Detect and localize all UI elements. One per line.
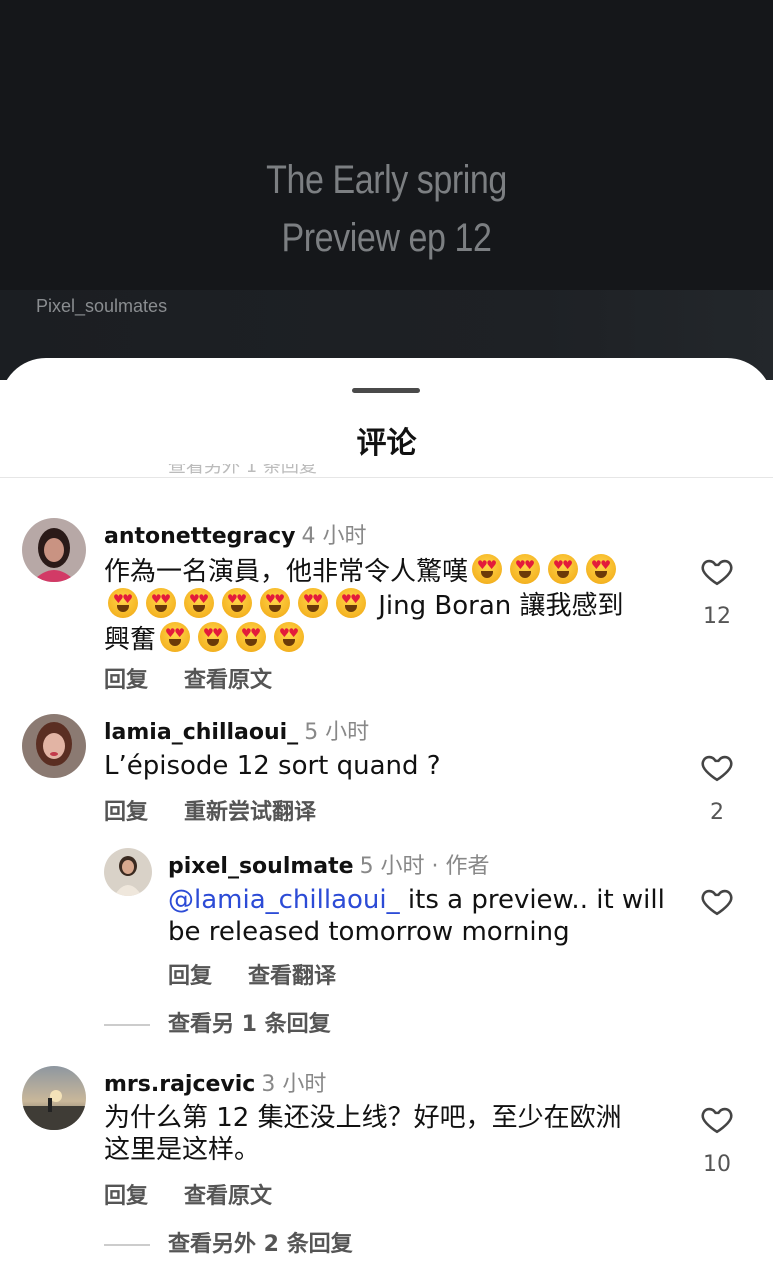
comment-text: 为什么第 12 集还没上线？好吧，至少在欧洲 这里是这样。	[104, 1103, 622, 1165]
comment-time: 3 小时	[261, 1072, 327, 1097]
heart-eyes-emoji	[146, 588, 176, 618]
see-original-button[interactable]: 查看原文	[184, 1184, 272, 1209]
reply-button[interactable]: 回复	[168, 964, 212, 989]
heart-eyes-emoji	[222, 588, 252, 618]
thread-line	[104, 1024, 150, 1026]
comment-time: 4 小时	[301, 524, 367, 549]
sheet-title: 评论	[356, 426, 417, 461]
heart-outline-icon[interactable]	[700, 1102, 734, 1136]
heart-outline-icon[interactable]	[700, 750, 734, 784]
reply-header: pixel_soulmate 5 小时 · 作者	[168, 848, 490, 880]
reply-button[interactable]: 回复	[104, 800, 148, 825]
view-more-replies-button[interactable]: 查看另 1 条回复	[104, 1006, 331, 1038]
comment-header: lamia_chillaoui_ 5 小时	[104, 714, 369, 746]
reply-username[interactable]: pixel_soulmate	[168, 854, 354, 879]
scrolled-partial-text: 查看另外 1 条回复	[168, 464, 317, 476]
comment-username[interactable]: mrs.rajcevic	[104, 1072, 255, 1097]
reply-button[interactable]: 回复	[104, 1184, 148, 1209]
heart-eyes-emoji	[198, 622, 229, 652]
comment-header: antonettegracy 4 小时	[104, 518, 367, 550]
header-divider	[0, 477, 773, 478]
heart-eyes-emoji	[586, 554, 617, 584]
heart-outline-icon[interactable]	[700, 884, 734, 918]
reply-actions: 回复 查看翻译	[168, 958, 372, 990]
heart-outline-icon[interactable]	[700, 554, 734, 588]
reply-time: 5 小时 · 作者	[359, 854, 490, 879]
heart-eyes-emoji	[336, 588, 366, 618]
thread-line	[104, 1244, 150, 1246]
avatar[interactable]	[22, 1066, 86, 1130]
video-title-line1: The Early spring	[266, 158, 507, 202]
mention-link[interactable]: @lamia_chillaoui_	[168, 885, 400, 915]
sheet-drag-handle[interactable]	[352, 388, 420, 393]
comment-username[interactable]: antonettegracy	[104, 524, 296, 549]
reply-button[interactable]: 回复	[104, 668, 148, 693]
comment-text: 作為一名演員，他非常令人驚嘆 Jing Boran 讓我感到興奮	[104, 554, 664, 656]
heart-eyes-emoji	[236, 622, 267, 652]
heart-eyes-emoji	[472, 554, 503, 584]
comment-actions: 回复 查看原文	[104, 662, 308, 694]
comment-time: 5 小时	[304, 720, 370, 745]
heart-eyes-emoji	[184, 588, 214, 618]
comment-actions: 回复 查看原文	[104, 1178, 308, 1210]
comments-sheet: 评论 查看另外 1 条回复 antonettegracy 4 小时 作為一名演員，…	[0, 358, 773, 1280]
avatar[interactable]	[22, 714, 86, 778]
video-preview[interactable]: The Early spring Preview ep 12 Pixel_sou…	[0, 0, 773, 380]
video-watermark: Pixel_soulmates	[36, 296, 168, 316]
comment-header: mrs.rajcevic 3 小时	[104, 1066, 326, 1098]
like-count: 10	[703, 1152, 731, 1177]
comment-username[interactable]: lamia_chillaoui_	[104, 720, 298, 745]
heart-eyes-emoji	[548, 554, 579, 584]
retry-translation-button[interactable]: 重新尝试翻译	[184, 800, 316, 825]
heart-eyes-emoji	[274, 622, 305, 652]
see-original-button[interactable]: 查看原文	[184, 668, 272, 693]
video-title-line2: Preview ep 12	[281, 216, 492, 260]
reply-avatar[interactable]	[104, 848, 152, 896]
view-more-replies-button[interactable]: 查看另外 2 条回复	[104, 1226, 353, 1258]
heart-eyes-emoji	[160, 622, 191, 652]
avatar[interactable]	[22, 518, 86, 582]
see-translation-button[interactable]: 查看翻译	[248, 964, 336, 989]
comment-text: L’épisode 12 sort quand ?	[104, 751, 441, 781]
heart-eyes-emoji	[108, 588, 138, 618]
heart-eyes-emoji	[260, 588, 290, 618]
comment-actions: 回复 重新尝试翻译	[104, 794, 352, 826]
like-count: 2	[710, 800, 724, 825]
heart-eyes-emoji	[298, 588, 328, 618]
heart-eyes-emoji	[510, 554, 541, 584]
like-count: 12	[703, 604, 731, 629]
reply-text: @lamia_chillaoui_ its a preview.. it wil…	[168, 885, 665, 947]
